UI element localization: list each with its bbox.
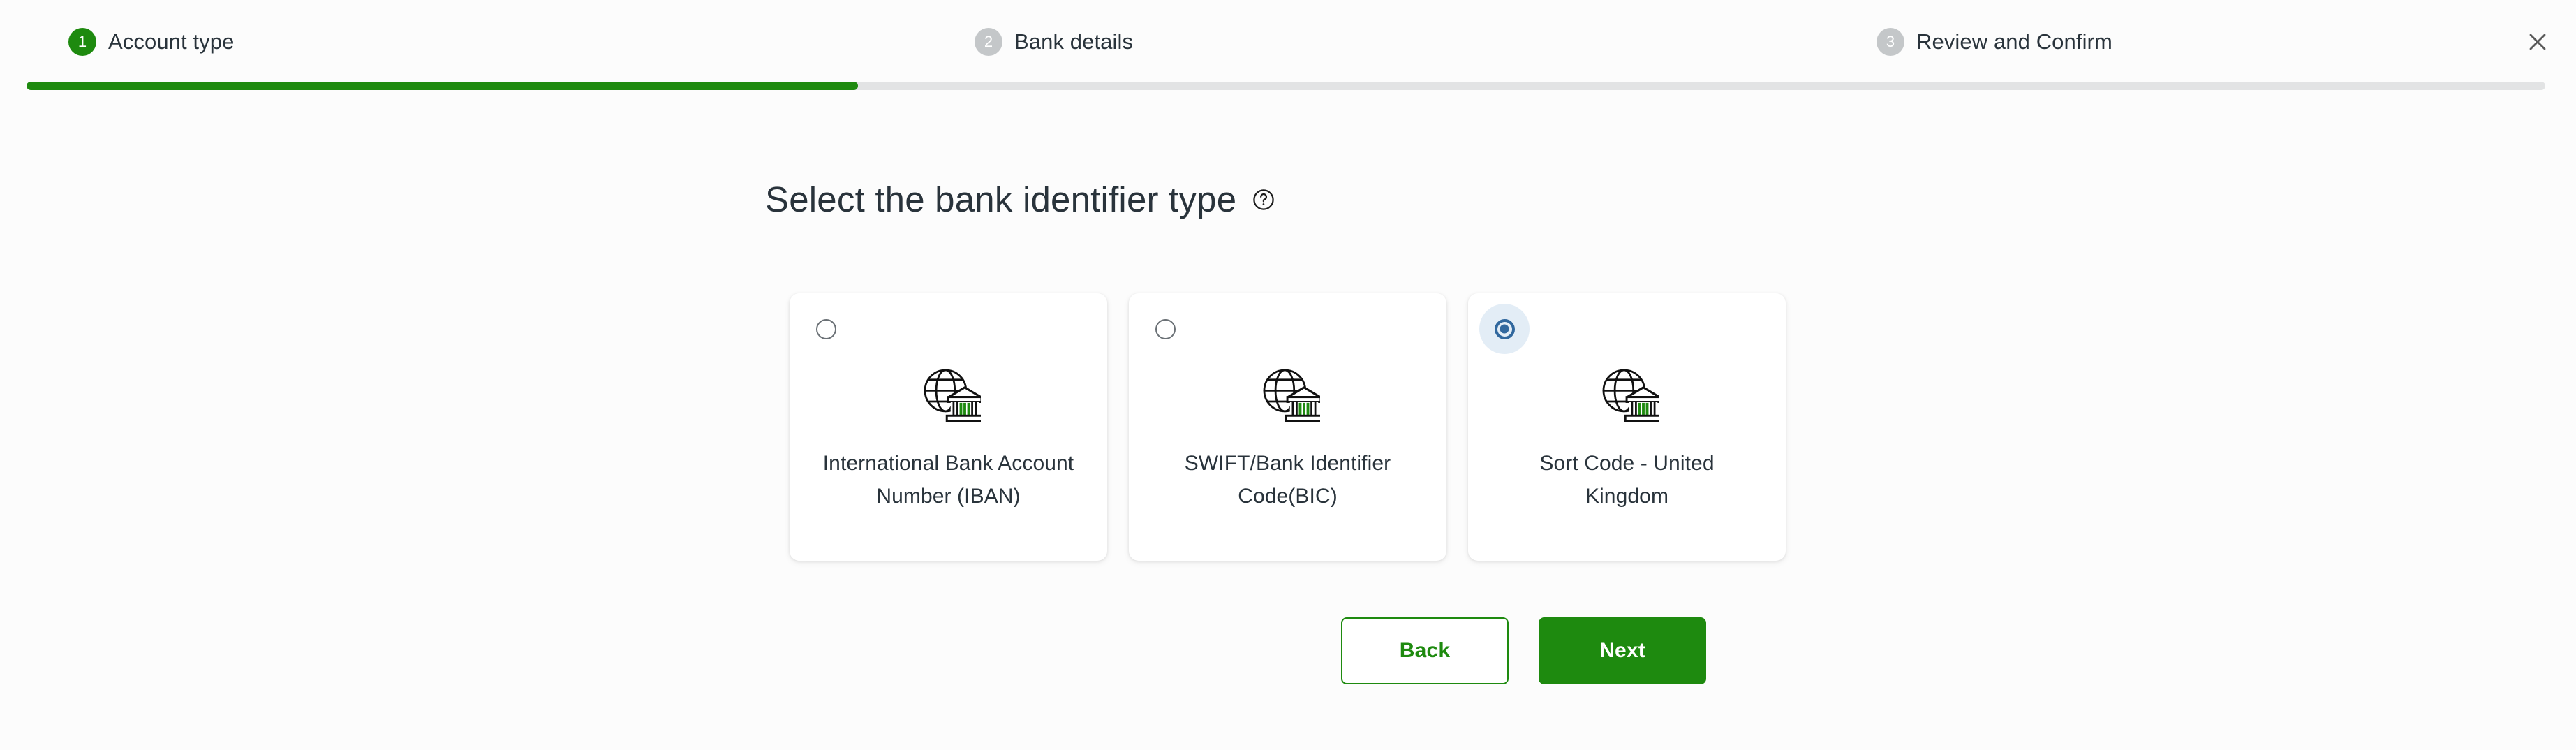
globe-bank-icon: [917, 362, 984, 426]
step-label-2: Bank details: [1014, 29, 1134, 54]
radio-button-bic[interactable]: [1155, 318, 1176, 339]
radio-button-sort-code[interactable]: [1494, 318, 1515, 339]
globe-bank-icon: [1256, 362, 1323, 426]
next-button[interactable]: Next: [1539, 617, 1706, 684]
radio-wrap-iban[interactable]: [801, 304, 851, 354]
bank-identifier-option-list: International Bank Account Number (IBAN): [790, 293, 1786, 561]
stepper-step-bank-details[interactable]: 2 Bank details: [975, 28, 1133, 56]
step-content: Select the bank identifier type Internat…: [0, 92, 2576, 750]
stepper-step-account-type[interactable]: 1 Account type: [68, 28, 234, 56]
stepper-header: 1 Account type 2 Bank details 3 Review a…: [0, 0, 2576, 92]
option-card-bic[interactable]: SWIFT/Bank Identifier Code(BIC): [1129, 293, 1446, 561]
account-type-step-page: 1 Account type 2 Bank details 3 Review a…: [0, 0, 2576, 750]
progress-bar-fill: [27, 82, 858, 90]
radio-wrap-sort-code[interactable]: [1479, 304, 1530, 354]
step-number-badge-1: 1: [68, 28, 96, 56]
close-icon: [2526, 31, 2549, 53]
step-label-3: Review and Confirm: [1916, 29, 2112, 54]
option-card-iban[interactable]: International Bank Account Number (IBAN): [790, 293, 1107, 561]
close-button[interactable]: [2519, 23, 2556, 61]
section-heading-row: Select the bank identifier type: [765, 182, 1275, 217]
step-number-badge-3: 3: [1877, 28, 1904, 56]
stepper-step-review-and-confirm[interactable]: 3 Review and Confirm: [1877, 28, 2112, 56]
option-label-bic: SWIFT/Bank Identifier Code(BIC): [1184, 452, 1391, 508]
radio-wrap-bic[interactable]: [1140, 304, 1190, 354]
back-button[interactable]: Back: [1341, 617, 1509, 684]
form-actions: Back Next: [1341, 617, 1706, 684]
step-label-1: Account type: [108, 29, 235, 54]
step-number-badge-2: 2: [975, 28, 1002, 56]
option-card-sort-code[interactable]: Sort Code - United Kingdom: [1468, 293, 1786, 561]
option-label-sort-code: Sort Code - United Kingdom: [1539, 452, 1715, 508]
option-label-iban: International Bank Account Number (IBAN): [822, 452, 1074, 508]
help-circle-icon[interactable]: [1252, 188, 1275, 212]
page-title: Select the bank identifier type: [765, 179, 1237, 219]
progress-bar-track: [27, 82, 2545, 90]
radio-button-iban[interactable]: [815, 318, 836, 339]
globe-bank-icon: [1595, 362, 1662, 426]
